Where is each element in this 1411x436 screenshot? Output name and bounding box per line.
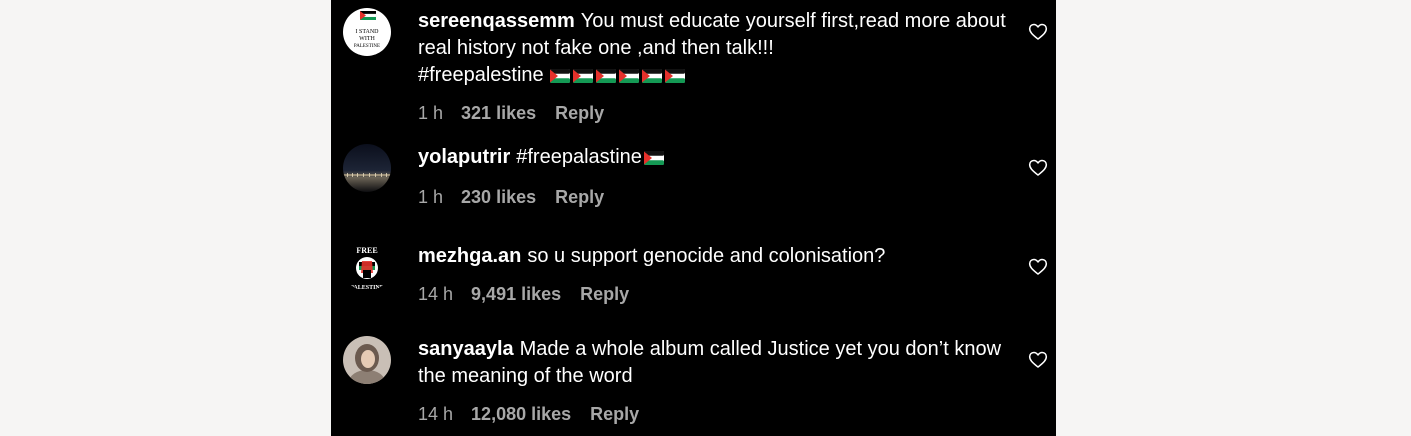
comment-text: mezhga.an so u support genocide and colon…: [418, 243, 1008, 270]
like-heart-icon[interactable]: [1028, 158, 1048, 178]
comment-body: so u support genocide and colonisation?: [527, 245, 886, 267]
palestine-flag-icon: [664, 64, 685, 91]
reply-button[interactable]: Reply: [580, 283, 629, 305]
comment-likes[interactable]: 321 likes: [461, 102, 536, 124]
like-heart-icon[interactable]: [1028, 257, 1048, 277]
comments-panel: I STAND WITH PALESTINE sereenqassemm You …: [331, 0, 1056, 436]
palestine-flag-icon: [549, 64, 570, 91]
like-heart-icon[interactable]: [1028, 22, 1048, 42]
comment-meta: 1 h 230 likes Reply: [418, 186, 1008, 208]
comment-username[interactable]: sereenqassemm: [418, 10, 575, 32]
avatar-text-free: FREE: [356, 246, 377, 255]
avatar[interactable]: [343, 144, 391, 192]
palestine-flag-icon: [595, 64, 616, 91]
flag-emoji-group: [643, 146, 667, 173]
comment-meta: 1 h 321 likes Reply: [418, 102, 1008, 124]
comment-hashtag[interactable]: #freepalestine: [418, 64, 544, 86]
avatar[interactable]: [343, 336, 391, 384]
comment-time[interactable]: 1 h: [418, 186, 443, 208]
comment-username[interactable]: sanyaayla: [418, 338, 514, 360]
comment-time[interactable]: 14 h: [418, 403, 453, 425]
comment-meta: 14 h 12,080 likes Reply: [418, 403, 1008, 425]
like-heart-icon[interactable]: [1028, 350, 1048, 370]
flag-emoji-group: [549, 64, 688, 91]
avatar-free-palestine: FREE PALESTINE: [343, 243, 391, 291]
avatar-text-palestine: PALESTINE: [350, 285, 384, 291]
comment-hashtag[interactable]: #freepalastine: [516, 146, 642, 168]
comment-text: sanyaayla Made a whole album called Justi…: [418, 336, 1008, 390]
avatar-text-3: PALESTINE: [354, 44, 380, 49]
avatar[interactable]: FREE PALESTINE: [343, 243, 391, 291]
avatar-i-stand-with-palestine: I STAND WITH PALESTINE: [343, 8, 391, 56]
palestine-flag-icon: [643, 146, 664, 173]
comment-time[interactable]: 1 h: [418, 102, 443, 124]
comment-username[interactable]: mezhga.an: [418, 245, 521, 267]
comment-likes[interactable]: 12,080 likes: [471, 403, 571, 425]
avatar-text-1: I STAND: [355, 29, 379, 35]
palestine-flag-icon: [572, 64, 593, 91]
reply-button[interactable]: Reply: [590, 403, 639, 425]
comment-likes[interactable]: 230 likes: [461, 186, 536, 208]
comment-time[interactable]: 14 h: [418, 283, 453, 305]
comment-text: yolaputrir #freepalastine: [418, 144, 1008, 173]
reply-button[interactable]: Reply: [555, 186, 604, 208]
comment-meta: 14 h 9,491 likes Reply: [418, 283, 1008, 305]
reply-button[interactable]: Reply: [555, 102, 604, 124]
avatar-text-2: WITH: [359, 36, 375, 42]
comment-likes[interactable]: 9,491 likes: [471, 283, 561, 305]
palestine-flag-icon: [641, 64, 662, 91]
comment-username[interactable]: yolaputrir: [418, 146, 510, 168]
avatar[interactable]: I STAND WITH PALESTINE: [343, 8, 391, 56]
comment-text: sereenqassemm You must educate yourself f…: [418, 8, 1008, 91]
avatar-night-landscape: [343, 144, 391, 192]
avatar-portrait: [343, 336, 391, 384]
palestine-flag-icon: [618, 64, 639, 91]
